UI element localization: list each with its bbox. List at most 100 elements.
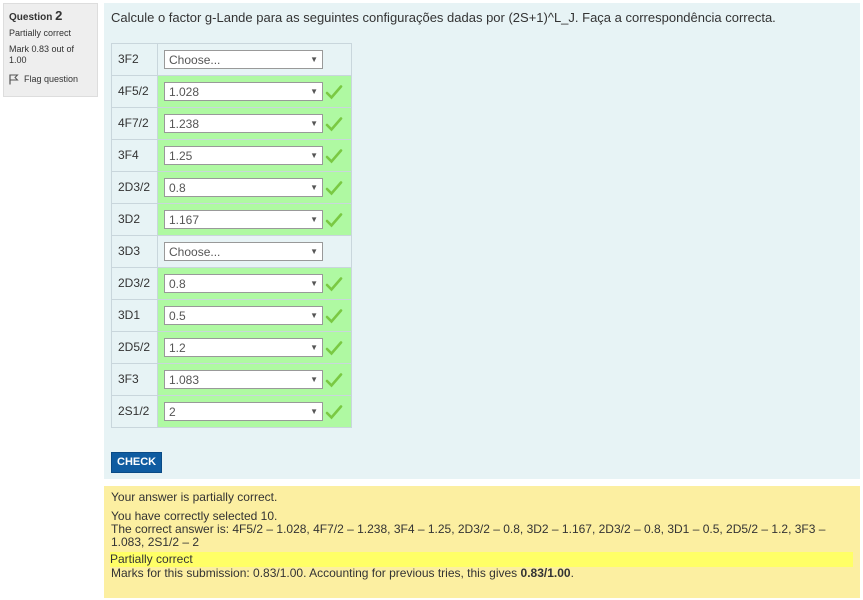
match-row-label: 3D2 xyxy=(111,203,158,236)
match-row: 4F7/2 1.238 ▼ xyxy=(111,107,352,140)
answer-select[interactable]: 1.083 ▼ xyxy=(164,370,323,389)
match-row-label: 3D1 xyxy=(111,299,158,332)
correct-check-icon xyxy=(325,340,343,355)
question-state: Partially correct xyxy=(9,28,72,38)
match-row: 3F4 1.25 ▼ xyxy=(111,139,352,172)
answer-select[interactable]: 0.8 ▼ xyxy=(164,178,323,197)
matching-table: 3F2 Choose... ▼ 4F5/2 1.028 ▼ 4F7/2 1.238 ▼ 3F4 1.… xyxy=(111,43,352,428)
answer-select[interactable]: 1.028 ▼ xyxy=(164,82,323,101)
question-label: Question xyxy=(9,12,53,23)
correct-check-icon xyxy=(325,404,343,419)
question-text: Calcule o factor g-Lande para as seguint… xyxy=(111,10,776,25)
answer-select-value: 2 xyxy=(169,404,176,419)
match-row-control-cell: 0.8 ▼ xyxy=(157,171,352,204)
dropdown-arrow-icon: ▼ xyxy=(310,407,318,416)
match-row: 2D3/2 0.8 ▼ xyxy=(111,267,352,300)
match-row-control-cell: 1.238 ▼ xyxy=(157,107,352,140)
correct-check-icon xyxy=(325,148,343,163)
answer-select-value: 0.8 xyxy=(169,276,186,291)
correct-check-icon xyxy=(325,84,343,99)
match-row-label: 4F5/2 xyxy=(111,75,158,108)
correct-check-icon xyxy=(325,372,343,387)
match-row-control-cell: 1.167 ▼ xyxy=(157,203,352,236)
match-row-control-cell: 1.083 ▼ xyxy=(157,363,352,396)
flag-question-label: Flag question xyxy=(24,74,79,84)
answer-select[interactable]: 0.8 ▼ xyxy=(164,274,323,293)
flag-icon xyxy=(9,74,19,85)
dropdown-arrow-icon: ▼ xyxy=(310,343,318,352)
answer-select[interactable]: 1.167 ▼ xyxy=(164,210,323,229)
answer-select[interactable]: 0.5 ▼ xyxy=(164,306,323,325)
match-row-label: 3D3 xyxy=(111,235,158,268)
dropdown-arrow-icon: ▼ xyxy=(310,375,318,384)
dropdown-arrow-icon: ▼ xyxy=(310,279,318,288)
correct-check-icon xyxy=(325,276,343,291)
correct-check-icon xyxy=(325,116,343,131)
dropdown-arrow-icon: ▼ xyxy=(310,247,318,256)
match-row-control-cell: 1.25 ▼ xyxy=(157,139,352,172)
question-number-value: 2 xyxy=(55,8,63,23)
match-row-label: 2D5/2 xyxy=(111,331,158,364)
answer-select-value: 1.2 xyxy=(169,340,186,355)
answer-select-value: 0.8 xyxy=(169,180,186,195)
match-row-label: 3F4 xyxy=(111,139,158,172)
match-row-control-cell: 2 ▼ xyxy=(157,395,352,428)
answer-select-value: Choose... xyxy=(169,52,221,67)
match-row-control-cell: Choose... ▼ xyxy=(157,43,352,76)
dropdown-arrow-icon: ▼ xyxy=(310,151,318,160)
dropdown-arrow-icon: ▼ xyxy=(310,215,318,224)
question-grade: Mark 0.83 out of 1.00 xyxy=(9,44,75,65)
answer-select-value: 0.5 xyxy=(169,308,186,323)
dropdown-arrow-icon: ▼ xyxy=(310,183,318,192)
dropdown-arrow-icon: ▼ xyxy=(310,311,318,320)
answer-select-value: Choose... xyxy=(169,244,221,259)
dropdown-arrow-icon: ▼ xyxy=(310,119,318,128)
match-row: 3F3 1.083 ▼ xyxy=(111,363,352,396)
dropdown-arrow-icon: ▼ xyxy=(310,87,318,96)
match-row-control-cell: 1.028 ▼ xyxy=(157,75,352,108)
match-row: 2D5/2 1.2 ▼ xyxy=(111,331,352,364)
match-row-label: 2S1/2 xyxy=(111,395,158,428)
answer-select[interactable]: 1.238 ▼ xyxy=(164,114,323,133)
dropdown-arrow-icon: ▼ xyxy=(310,55,318,64)
match-row-label: 2D3/2 xyxy=(111,267,158,300)
answer-select[interactable]: Choose... ▼ xyxy=(164,242,323,261)
match-row-label: 3F3 xyxy=(111,363,158,396)
answer-select-value: 1.167 xyxy=(169,212,200,227)
feedback-state: Partially correct xyxy=(110,552,853,567)
question-formulation: Calcule o factor g-Lande para as seguint… xyxy=(104,3,860,479)
marks-text: Marks for this submission: 0.83/1.00. Ac… xyxy=(111,566,521,580)
match-row: 3D1 0.5 ▼ xyxy=(111,299,352,332)
feedback-right-answer: The correct answer is: 4F5/2 – 1.028, 4F… xyxy=(111,522,826,549)
marks-end: . xyxy=(570,566,574,580)
check-button[interactable]: CHECK xyxy=(111,452,163,473)
flag-question-link[interactable]: Flag question xyxy=(9,74,92,85)
match-row-label: 2D3/2 xyxy=(111,171,158,204)
answer-select[interactable]: 1.25 ▼ xyxy=(164,146,323,165)
match-row: 3F2 Choose... ▼ xyxy=(111,43,352,76)
match-row: 2D3/2 0.8 ▼ xyxy=(111,171,352,204)
question-info-panel: Question 2 Partially correct Mark 0.83 o… xyxy=(3,3,98,97)
answer-select-value: 1.028 xyxy=(169,84,200,99)
answer-select[interactable]: 2 ▼ xyxy=(164,402,323,421)
match-row: 4F5/2 1.028 ▼ xyxy=(111,75,352,108)
answer-select[interactable]: Choose... ▼ xyxy=(164,50,323,69)
match-row: 3D2 1.167 ▼ xyxy=(111,203,352,236)
answer-select[interactable]: 1.2 ▼ xyxy=(164,338,323,357)
feedback-marks: Marks for this submission: 0.83/1.00. Ac… xyxy=(111,567,853,580)
match-row-control-cell: Choose... ▼ xyxy=(157,235,352,268)
match-row-control-cell: 0.8 ▼ xyxy=(157,267,352,300)
match-row-control-cell: 0.5 ▼ xyxy=(157,299,352,332)
match-row-label: 4F7/2 xyxy=(111,107,158,140)
question-number: Question 2 xyxy=(9,8,92,23)
match-row: 3D3 Choose... ▼ xyxy=(111,235,352,268)
answer-select-value: 1.25 xyxy=(169,148,193,163)
feedback-summary: Your answer is partially correct. xyxy=(111,490,278,504)
answer-select-value: 1.083 xyxy=(169,372,200,387)
feedback-panel: Your answer is partially correct. You ha… xyxy=(104,486,860,598)
correct-check-icon xyxy=(325,308,343,323)
match-row: 2S1/2 2 ▼ xyxy=(111,395,352,428)
marks-value: 0.83/1.00 xyxy=(520,566,571,580)
match-row-control-cell: 1.2 ▼ xyxy=(157,331,352,364)
correct-check-icon xyxy=(325,180,343,195)
